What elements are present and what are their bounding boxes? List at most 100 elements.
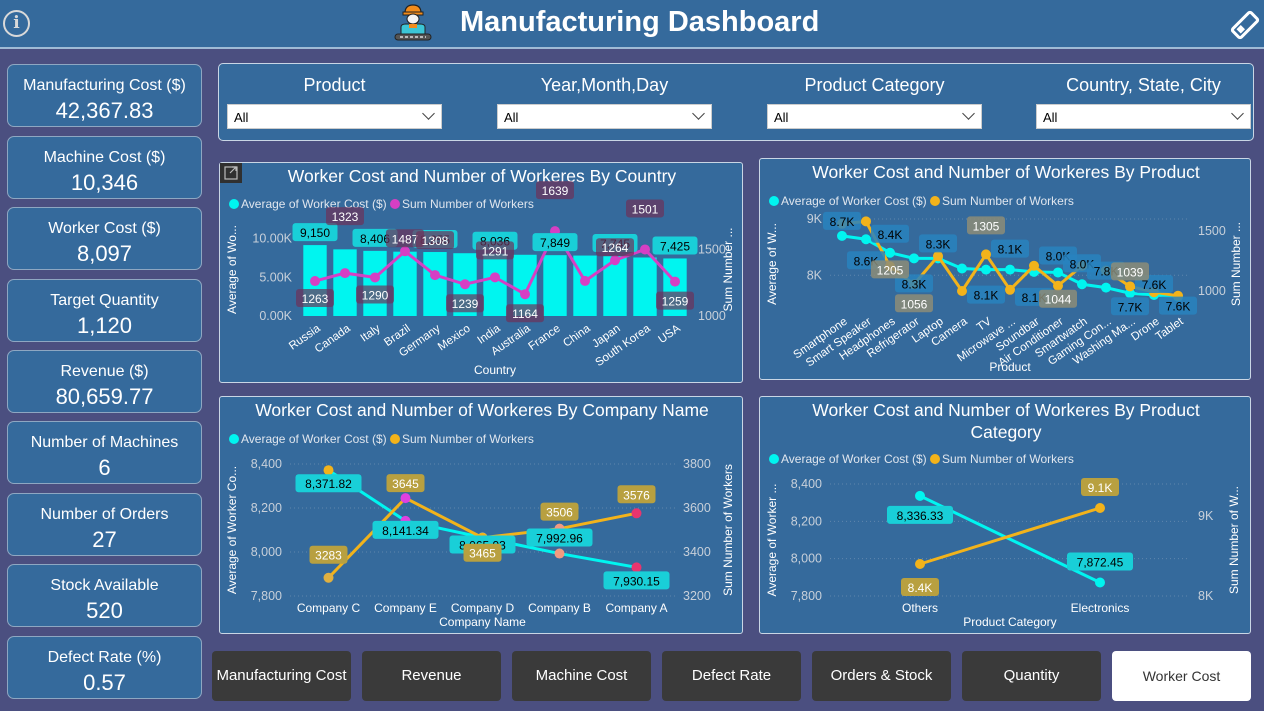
y-axis-title: Average of Wo... (225, 225, 239, 314)
data-point (1101, 282, 1111, 293)
kpi-value: 8,097 (76, 241, 133, 266)
nav-button-quantity[interactable]: Quantity (962, 651, 1101, 701)
x-axis-title: Country (474, 363, 516, 377)
data-label: 1305 (973, 219, 1000, 233)
chart-by-product: Worker Cost and Number of Workeres By Pr… (759, 158, 1251, 380)
nav-button-orders-stock[interactable]: Orders & Stock (812, 651, 951, 701)
data-label: 3465 (469, 547, 496, 561)
data-point (631, 508, 642, 519)
bar (423, 252, 447, 316)
data-point (490, 272, 500, 283)
y-tick-label: 5.00K (259, 270, 292, 284)
product-category-dropdown[interactable]: All (767, 104, 982, 129)
filter-label: Country, State, City (1066, 75, 1221, 95)
data-label: 3645 (392, 477, 419, 491)
x-tick-label: Electronics (1071, 601, 1130, 615)
kpi-value: 27 (92, 527, 117, 552)
nav-button-worker-cost[interactable]: Worker Cost (1112, 651, 1251, 701)
bar (543, 255, 567, 316)
y2-tick-label: 8K (1198, 589, 1214, 603)
data-point (370, 272, 380, 283)
data-label: 8.3K (902, 277, 927, 291)
data-label: 7,425 (660, 239, 690, 253)
nav-button-manufacturing-cost[interactable]: Manufacturing Cost (212, 651, 351, 701)
data-label: 7,930.15 (613, 574, 660, 588)
info-icon[interactable]: i (3, 10, 30, 37)
legend-label: Sum Number of Workers (942, 194, 1074, 208)
y-axis-title: Average of Worker ... (765, 484, 779, 597)
data-label: 9.1K (1088, 481, 1113, 495)
y-tick-label: 0.00K (259, 309, 292, 323)
data-label: 8.1K (998, 243, 1023, 257)
y2-tick-label: 9K (1198, 509, 1214, 523)
y-tick-label: 8,000 (251, 545, 282, 559)
chart-svg: Worker Cost and Number of Workeres By Pr… (765, 400, 1241, 629)
header-bar: i Manufacturing Dashboard (0, 0, 1264, 49)
data-point (323, 572, 334, 583)
data-point (631, 562, 642, 573)
nav-button-defect-rate[interactable]: Defect Rate (662, 651, 801, 701)
data-label: 3283 (315, 549, 342, 563)
y-tick-label: 8,200 (791, 514, 822, 528)
x-tick-label: Company D (451, 601, 515, 615)
nav-button-revenue[interactable]: Revenue (362, 651, 501, 701)
kpi-card: Defect Rate (%) 0.57 (7, 636, 202, 699)
data-label: 8.4K (878, 228, 903, 242)
x-tick-label: Mexico (436, 323, 473, 354)
data-point (933, 251, 943, 262)
chart-by-company: Worker Cost and Number of Workeres By Co… (219, 396, 743, 634)
y2-tick-label: 3400 (683, 545, 711, 559)
nav-button-machine-cost[interactable]: Machine Cost (512, 651, 651, 701)
filter-product: Product All (227, 64, 442, 129)
legend-marker (769, 454, 779, 464)
dropdown-value: All (504, 110, 519, 125)
data-label: 8.7K (830, 215, 855, 229)
y-tick-label: 8,000 (791, 552, 822, 566)
data-label: 1290 (362, 288, 389, 302)
x-tick-label: USA (656, 322, 683, 346)
legend-label: Average of Worker Cost ($) (781, 452, 927, 466)
data-point (885, 247, 895, 258)
legend-marker (390, 434, 400, 444)
legend-label: Sum Number of Workers (402, 197, 534, 211)
data-label: 1501 (632, 202, 659, 216)
location-dropdown[interactable]: All (1036, 104, 1251, 129)
expand-icon[interactable] (220, 163, 242, 183)
chart-by-category: Worker Cost and Number of Workeres By Pr… (759, 396, 1251, 634)
dropdown-value: All (234, 110, 249, 125)
chevron-down-icon (1231, 107, 1244, 120)
x-axis-title: Product Category (963, 615, 1056, 629)
chart-title: Category (970, 422, 1041, 442)
y-tick-label: 8,400 (251, 457, 282, 471)
chevron-down-icon (422, 107, 435, 120)
data-point (981, 264, 991, 275)
x-tick-label: Company A (605, 601, 667, 615)
eraser-icon[interactable] (1228, 10, 1262, 40)
data-label: 7.6K (1166, 300, 1191, 314)
data-label: 3576 (623, 488, 650, 502)
filter-label: Product (303, 75, 366, 95)
data-point (957, 263, 967, 274)
chart-by-country: Worker Cost and Number of Workeres By Co… (219, 162, 743, 383)
y2-axis-title: Sum Number ... (721, 227, 735, 311)
data-label: 1487 (392, 232, 419, 246)
product-dropdown[interactable]: All (227, 104, 442, 129)
data-label: 7,849 (540, 236, 570, 250)
data-point (1053, 280, 1063, 291)
data-label: 1056 (901, 297, 928, 311)
legend-label: Average of Worker Cost ($) (241, 432, 387, 446)
data-point (323, 465, 334, 476)
kpi-card: Revenue ($) 80,659.77 (7, 350, 202, 413)
kpi-label: Stock Available (50, 577, 159, 594)
y-tick-label: 7,800 (791, 589, 822, 603)
data-label: 1039 (1117, 265, 1144, 279)
data-point (430, 270, 440, 281)
y-tick-label: 7,800 (251, 589, 282, 603)
kpi-value: 6 (98, 455, 111, 480)
y2-axis-title: Sum Number ... (1229, 222, 1243, 306)
x-tick-label: Company B (528, 601, 591, 615)
date-dropdown[interactable]: All (497, 104, 712, 129)
data-label: 8,336.33 (897, 509, 944, 523)
data-label: 8,371.82 (305, 477, 352, 491)
filter-label: Year,Month,Day (540, 75, 669, 95)
